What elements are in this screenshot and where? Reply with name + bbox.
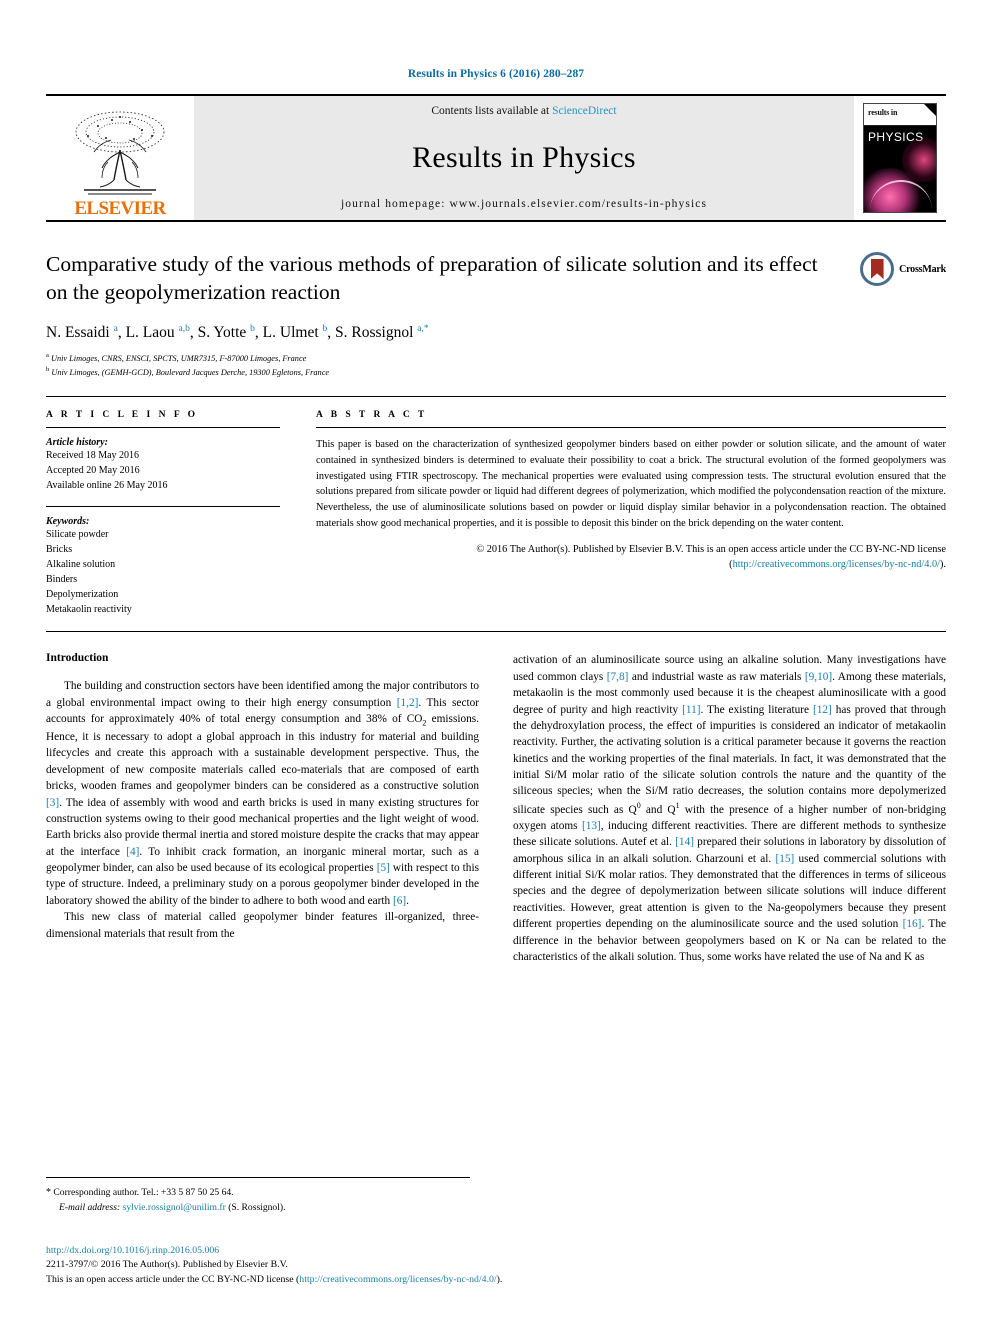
keyword-item: Depolymerization (46, 589, 119, 601)
footnote-line-2: E-mail address: sylvie.rossignol@unilim.… (46, 1201, 470, 1215)
doi-link[interactable]: http://dx.doi.org/10.1016/j.rinp.2016.05… (46, 1244, 946, 1258)
license-line: This is an open access article under the… (46, 1273, 946, 1287)
affiliation-a-text: Univ Limoges, CNRS, ENSCI, SPCTS, UMR731… (50, 353, 307, 363)
abstract-copyright: © 2016 The Author(s). Published by Elsev… (316, 542, 946, 573)
history-item: Received 18 May 2016 (46, 450, 140, 462)
body-column-left: Introduction The building and constructi… (46, 652, 479, 1122)
citation-ref[interactable]: [15] (775, 853, 794, 865)
journal-cover-thumbnail: results in PHYSICS (854, 96, 946, 220)
intro-paragraph-1: The building and construction sectors ha… (46, 678, 479, 909)
citation-ref[interactable]: [9,10] (805, 671, 832, 683)
journal-masthead: ELSEVIER Contents lists available at Sci… (46, 94, 946, 222)
citation-ref[interactable]: [5] (377, 862, 390, 874)
corresponding-author-text: Corresponding author. Tel.: +33 5 87 50 … (53, 1187, 234, 1199)
elsevier-logo: ELSEVIER (46, 96, 194, 220)
elsevier-tree-icon (75, 111, 165, 195)
keyword-item: Alkaline solution (46, 559, 116, 571)
affiliation-a: a Univ Limoges, CNRS, ENSCI, SPCTS, UMR7… (46, 351, 307, 363)
contents-text: Contents lists available at (431, 105, 550, 117)
text-run: and industrial waste as raw materials (628, 670, 805, 683)
abstract-column: A B S T R A C T This paper is based on t… (298, 410, 946, 617)
info-abstract-section: A R T I C L E I N F O Article history: R… (46, 410, 946, 617)
crossmark-label: CrossMark (899, 263, 946, 275)
keyword-item: Silicate powder (46, 529, 109, 541)
footnote-line-1: * Corresponding author. Tel.: +33 5 87 5… (46, 1185, 470, 1200)
citation-ref[interactable]: [4] (126, 846, 139, 858)
title-block: CrossMark Comparative study of the vario… (46, 250, 946, 378)
history-item: Available online 26 May 2016 (46, 480, 168, 492)
crossmark-badge[interactable]: CrossMark (860, 252, 946, 286)
paper-page: Results in Physics 6 (2016) 280–287 ELSE… (0, 0, 992, 1323)
intro-paragraph-2: This new class of material called geopol… (46, 911, 479, 940)
page-footer: http://dx.doi.org/10.1016/j.rinp.2016.05… (46, 1244, 946, 1287)
text-run: and Q (640, 803, 676, 816)
journal-title: Results in Physics (412, 140, 636, 174)
keyword-item: Metakaolin reactivity (46, 604, 132, 616)
citation-ref[interactable]: [3] (46, 797, 59, 809)
body-column-right: activation of an aluminosilicate source … (513, 652, 946, 1122)
footer-cc-link[interactable]: http://creativecommons.org/licenses/by-n… (299, 1274, 496, 1285)
article-history-title: Article history: (46, 437, 108, 449)
page-title: Comparative study of the various methods… (46, 252, 818, 305)
article-info-heading: A R T I C L E I N F O (46, 410, 199, 421)
citation-ref[interactable]: [6] (393, 895, 406, 907)
crossmark-icon (860, 252, 895, 286)
affiliation-b: b Univ Limoges, (GEMH-GCD), Boulevard Ja… (46, 365, 330, 377)
abstract-rule (316, 427, 946, 429)
running-head: Results in Physics 6 (2016) 280–287 (407, 68, 585, 80)
section-heading-introduction: Introduction (46, 652, 109, 665)
contents-line: Contents lists available at ScienceDirec… (431, 105, 616, 117)
cover-corner-fold (924, 104, 936, 116)
info-rule (46, 427, 280, 429)
divider-abstract (46, 631, 946, 633)
text-run: has proved that through the dehydroxylat… (513, 703, 946, 816)
text-run: . The existing literature (700, 703, 813, 716)
citation-ref[interactable]: [7,8] (607, 671, 629, 683)
keywords-rule (46, 506, 280, 508)
email-link[interactable]: sylvie.rossignol@unilim.fr (123, 1202, 226, 1213)
intro-paragraph-3: activation of an aluminosilicate source … (513, 652, 946, 965)
citation-ref[interactable]: [11] (682, 704, 700, 716)
sciencedirect-link[interactable]: ScienceDirect (552, 105, 617, 117)
license-lead: This is an open access article under the… (46, 1273, 300, 1285)
journal-homepage-link[interactable]: journal homepage: www.journals.elsevier.… (341, 198, 707, 210)
citation-ref[interactable]: [12] (813, 704, 832, 716)
author-list: N. Essaidi a, L. Laou a,b, S. Yotte b, L… (46, 323, 429, 341)
asterisk-marker: * (46, 1187, 51, 1199)
copyright-tail: ). (939, 559, 946, 571)
citation-ref[interactable]: [1,2] (397, 697, 419, 709)
author-affil-marker: a (113, 323, 118, 334)
author-affil-marker: b (322, 323, 328, 334)
keywords-title: Keywords: (46, 516, 90, 528)
cover-line1: results in (868, 108, 898, 117)
keyword-item: Binders (46, 574, 78, 586)
body-columns: Introduction The building and constructi… (46, 652, 946, 1122)
divider-title (46, 396, 946, 398)
affiliations: a Univ Limoges, CNRS, ENSCI, SPCTS, UMR7… (46, 351, 838, 379)
issn-copyright-line: 2211-3797/© 2016 The Author(s). Publishe… (46, 1259, 288, 1271)
history-item: Accepted 20 May 2016 (46, 465, 140, 477)
text-run: . (406, 894, 409, 907)
corresponding-author-footnote: * Corresponding author. Tel.: +33 5 87 5… (46, 1177, 470, 1215)
license-tail: ). (496, 1273, 503, 1285)
elsevier-wordmark: ELSEVIER (74, 198, 166, 219)
citation-ref[interactable]: [14] (675, 836, 694, 848)
citation-ref[interactable]: [13] (582, 820, 601, 832)
author-affil-marker: a,* (417, 323, 429, 334)
article-info-column: A R T I C L E I N F O Article history: R… (46, 410, 298, 617)
affiliation-b-text: Univ Limoges, (GEMH-GCD), Boulevard Jacq… (51, 367, 330, 377)
citation-ref[interactable]: [16] (903, 918, 922, 930)
author-affil-marker: b (250, 323, 255, 334)
abstract-heading: A B S T R A C T (316, 410, 428, 421)
author-affil-marker: a,b (178, 323, 190, 334)
cc-license-link[interactable]: http://creativecommons.org/licenses/by-n… (733, 559, 940, 570)
email-owner: (S. Rossignol). (228, 1201, 286, 1213)
masthead-center: Contents lists available at ScienceDirec… (194, 96, 854, 220)
email-label: E-mail address: (59, 1201, 121, 1213)
abstract-text: This paper is based on the characterizat… (316, 439, 946, 529)
keyword-item: Bricks (46, 544, 73, 556)
